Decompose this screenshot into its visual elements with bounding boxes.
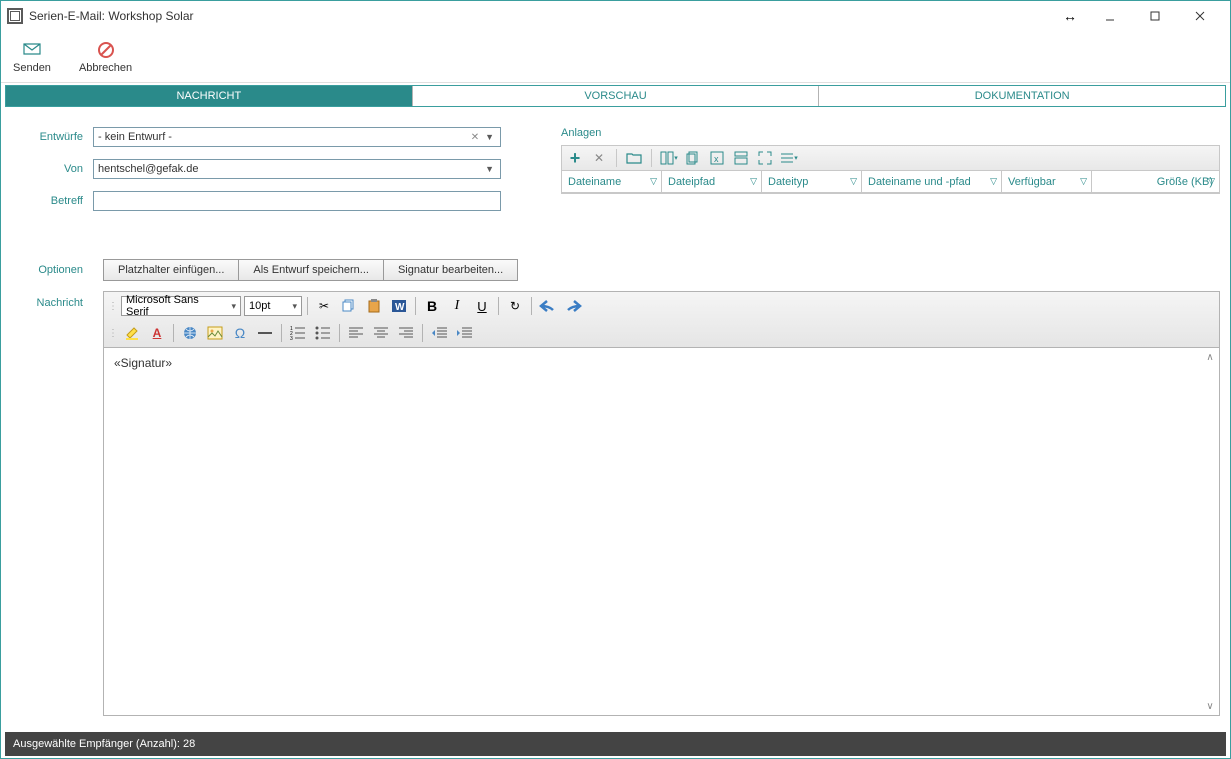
chevron-down-icon[interactable]: ▼: [483, 132, 496, 142]
svg-text:W: W: [395, 302, 405, 313]
window-title: Serien-E-Mail: Workshop Solar: [29, 9, 1063, 23]
export-excel-icon[interactable]: x: [708, 149, 726, 167]
filter-icon[interactable]: ▽: [650, 176, 657, 187]
list-icon[interactable]: ▾: [780, 149, 798, 167]
bold-button[interactable]: B: [421, 296, 443, 316]
copy-icon[interactable]: [684, 149, 702, 167]
word-icon[interactable]: W: [388, 296, 410, 316]
send-button[interactable]: Senden: [9, 38, 55, 76]
hyperlink-icon[interactable]: [179, 323, 201, 343]
filter-icon[interactable]: ▽: [750, 176, 757, 187]
minimize-button[interactable]: [1087, 2, 1132, 30]
maximize-button[interactable]: [1132, 2, 1177, 30]
svg-text:3: 3: [290, 336, 293, 340]
columns-icon[interactable]: ▾: [660, 149, 678, 167]
col-filepath[interactable]: Dateipfad▽: [662, 171, 762, 192]
col-available[interactable]: Verfügbar▽: [1002, 171, 1092, 192]
resize-handle-icon[interactable]: ↔: [1063, 8, 1077, 24]
cut-icon[interactable]: ✂: [313, 296, 335, 316]
status-text: Ausgewählte Empfänger (Anzahl): 28: [13, 738, 195, 750]
add-attachment-icon[interactable]: +: [566, 149, 584, 167]
from-label: Von: [11, 163, 93, 175]
layout-icon[interactable]: [732, 149, 750, 167]
options-label: Optionen: [11, 264, 93, 276]
attachments-toolbar: + ✕ ▾ x ▾: [561, 145, 1220, 171]
tab-preview[interactable]: VORSCHAU: [413, 86, 820, 106]
font-color-icon[interactable]: A: [146, 323, 168, 343]
main-toolbar: Senden Abbrechen: [1, 31, 1230, 83]
tab-strip: NACHRICHT VORSCHAU DOKUMENTATION: [5, 85, 1226, 107]
col-filename[interactable]: Dateiname▽: [562, 171, 662, 192]
filter-icon[interactable]: ▽: [990, 176, 997, 187]
grip-icon: ⋮: [108, 301, 118, 312]
font-family-select[interactable]: Microsoft Sans Serif: [121, 296, 241, 316]
cancel-icon: [96, 40, 116, 60]
numbered-list-icon[interactable]: 123: [287, 323, 309, 343]
scroll-down-icon[interactable]: ∨: [1203, 699, 1217, 713]
align-center-icon[interactable]: [370, 323, 392, 343]
tab-documentation[interactable]: DOKUMENTATION: [819, 86, 1225, 106]
col-size[interactable]: Größe (KB)▽: [1092, 171, 1219, 192]
col-filetype[interactable]: Dateityp▽: [762, 171, 862, 192]
editor-body[interactable]: «Signatur» ∧ ∨: [103, 347, 1220, 716]
refresh-icon[interactable]: ↻: [504, 296, 526, 316]
scrollbar[interactable]: ∧ ∨: [1203, 350, 1217, 713]
editor-toolbar: ⋮ Microsoft Sans Serif 10pt ✂ W B I U ↻: [103, 291, 1220, 347]
titlebar: Serien-E-Mail: Workshop Solar ↔: [1, 1, 1230, 31]
italic-button[interactable]: I: [446, 296, 468, 316]
subject-label: Betreff: [11, 195, 93, 207]
font-size-select[interactable]: 10pt: [244, 296, 302, 316]
drafts-select[interactable]: - kein Entwurf - ✕ ▼: [93, 127, 501, 147]
send-icon: [22, 40, 42, 60]
grip-icon: ⋮: [108, 328, 118, 339]
cancel-button[interactable]: Abbrechen: [75, 38, 136, 76]
edit-signature-button[interactable]: Signatur bearbeiten...: [383, 259, 518, 281]
attachments-label: Anlagen: [561, 127, 1220, 139]
svg-text:x: x: [714, 154, 719, 164]
statusbar: Ausgewählte Empfänger (Anzahl): 28: [5, 732, 1226, 756]
copy-icon[interactable]: [338, 296, 360, 316]
clear-icon[interactable]: ✕: [469, 132, 481, 143]
filter-icon[interactable]: ▽: [1080, 176, 1087, 187]
message-label: Nachricht: [11, 291, 93, 716]
highlight-color-icon[interactable]: [121, 323, 143, 343]
subject-input[interactable]: [93, 191, 501, 211]
scroll-up-icon[interactable]: ∧: [1203, 350, 1217, 364]
redo-button[interactable]: [562, 296, 584, 316]
col-fullpath[interactable]: Dateiname und -pfad▽: [862, 171, 1002, 192]
close-button[interactable]: [1177, 2, 1222, 30]
expand-icon[interactable]: [756, 149, 774, 167]
symbol-icon[interactable]: Ω: [229, 323, 251, 343]
paste-icon[interactable]: [363, 296, 385, 316]
app-icon: [7, 8, 23, 24]
align-right-icon[interactable]: [395, 323, 417, 343]
align-left-icon[interactable]: [345, 323, 367, 343]
indent-icon[interactable]: [453, 323, 475, 343]
filter-icon[interactable]: ▽: [1208, 176, 1215, 187]
underline-button[interactable]: U: [471, 296, 493, 316]
attachments-header: Dateiname▽ Dateipfad▽ Dateityp▽ Dateinam…: [562, 171, 1219, 193]
drafts-value: - kein Entwurf -: [98, 131, 469, 143]
from-select[interactable]: hentschel@gefak.de ▼: [93, 159, 501, 179]
outdent-icon[interactable]: [428, 323, 450, 343]
drafts-label: Entwürfe: [11, 131, 93, 143]
bullet-list-icon[interactable]: [312, 323, 334, 343]
editor-content: «Signatur»: [114, 356, 172, 370]
from-value: hentschel@gefak.de: [98, 163, 483, 175]
insert-image-icon[interactable]: [204, 323, 226, 343]
horizontal-rule-icon[interactable]: [254, 323, 276, 343]
save-as-draft-button[interactable]: Als Entwurf speichern...: [238, 259, 384, 281]
undo-button[interactable]: [537, 296, 559, 316]
insert-placeholder-button[interactable]: Platzhalter einfügen...: [103, 259, 239, 281]
filter-icon[interactable]: ▽: [850, 176, 857, 187]
chevron-down-icon[interactable]: ▼: [483, 164, 496, 174]
tab-message[interactable]: NACHRICHT: [6, 86, 413, 106]
remove-attachment-icon[interactable]: ✕: [590, 149, 608, 167]
open-folder-icon[interactable]: [625, 149, 643, 167]
